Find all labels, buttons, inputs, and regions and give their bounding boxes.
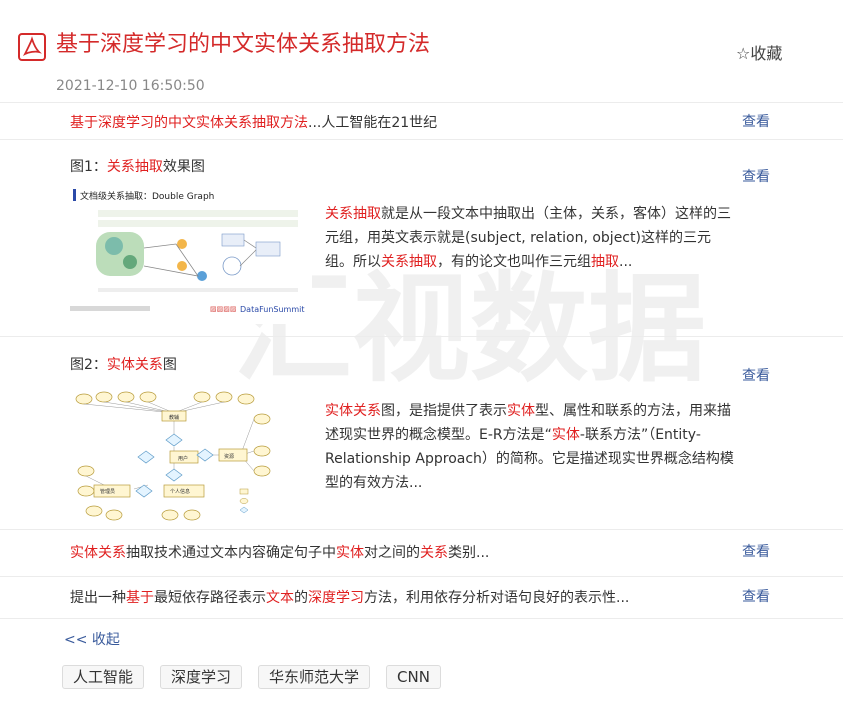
view-link[interactable]: 查看 bbox=[742, 166, 770, 186]
keyword-highlight: 关系抽取 bbox=[325, 206, 381, 222]
snippet-text: 的 bbox=[294, 590, 308, 606]
view-link[interactable]: 查看 bbox=[742, 365, 770, 385]
keyword-highlight: 关系 bbox=[420, 545, 448, 561]
keyword-highlight: 实体关系 bbox=[325, 403, 381, 419]
snippet-text: ... bbox=[619, 254, 633, 270]
svg-text:教辅: 教辅 bbox=[169, 414, 179, 421]
keyword-highlight: 实体关系 bbox=[70, 545, 126, 561]
keyword-highlight: 基于 bbox=[126, 590, 154, 606]
article-header: 基于深度学习的中文实体关系抽取方法 ☆收藏 2021-12-10 16:50:5… bbox=[0, 0, 843, 102]
divider bbox=[0, 618, 843, 619]
snippet-highlight: 基于深度学习的中文实体关系抽取方法 bbox=[70, 115, 308, 131]
svg-text:个人信息: 个人信息 bbox=[170, 488, 190, 495]
snippet-text: 方法，利用依存分析对语句良好的表示性... bbox=[364, 590, 630, 606]
figure-label: 图2：实体关系图 bbox=[70, 357, 177, 373]
svg-text:▨▨▨▨: ▨▨▨▨ bbox=[210, 305, 236, 313]
tag-chip[interactable]: CNN bbox=[386, 665, 441, 689]
pdf-icon bbox=[18, 33, 46, 61]
keyword-highlight: 实体 bbox=[551, 427, 580, 443]
snippet-text: 图，是指提供了表示 bbox=[381, 403, 507, 419]
list-item-figure-1: 图1：关系抽取效果图 查看 文档级关系抽取：Double Graph ▨▨▨▨ … bbox=[0, 139, 843, 336]
keyword-highlight: 实体 bbox=[507, 403, 535, 419]
tag-list: 人工智能 深度学习 华东师范大学 CNN bbox=[62, 665, 441, 689]
svg-text:资源: 资源 bbox=[224, 453, 234, 460]
result-snippet: 提出一种基于最短依存路径表示文本的深度学习方法，利用依存分析对语句良好的表示性.… bbox=[70, 587, 629, 607]
figure-image-er-diagram: 教辅 用户 资源 个人信息 管理员 bbox=[75, 391, 271, 521]
result-snippet: 实体关系抽取技术通过文本内容确定句子中实体对之间的关系类别... bbox=[70, 542, 489, 562]
view-link[interactable]: 查看 bbox=[742, 586, 770, 606]
result-snippet: 基于深度学习的中文实体关系抽取方法...人工智能在21世纪 bbox=[70, 112, 437, 132]
keyword-highlight: 深度学习 bbox=[308, 590, 364, 606]
page-title: 基于深度学习的中文实体关系抽取方法 bbox=[56, 32, 431, 57]
favorite-button[interactable]: ☆收藏 bbox=[736, 40, 782, 64]
list-item-figure-2: 图2：实体关系图 查看 教辅 用户 资源 个人信息 管理员 实体关系图，是指提供… bbox=[0, 336, 843, 529]
keyword-highlight: 实体 bbox=[336, 545, 364, 561]
figure-description: 实体关系图，是指提供了表示实体型、属性和联系的方法，用来描述现实世界的概念模型。… bbox=[325, 399, 735, 495]
figure-description: 关系抽取就是从一段文本中抽取出（主体，关系，客体）这样的三元组，用英文表示就是(… bbox=[325, 202, 735, 274]
svg-text:管理员: 管理员 bbox=[100, 488, 115, 495]
image-caption: 文档级关系抽取：Double Graph bbox=[80, 190, 214, 202]
image-footer: DataFunSummit bbox=[240, 305, 305, 314]
snippet-text: 提出一种 bbox=[70, 590, 126, 606]
tag-chip[interactable]: 华东师范大学 bbox=[258, 665, 371, 689]
svg-text:用户: 用户 bbox=[178, 455, 188, 462]
list-item: 基于深度学习的中文实体关系抽取方法...人工智能在21世纪 查看 bbox=[0, 102, 843, 139]
snippet-text: 对之间的 bbox=[364, 545, 420, 561]
view-link[interactable]: 查看 bbox=[742, 541, 770, 561]
figure-image-relation-extraction: 文档级关系抽取：Double Graph ▨▨▨▨ DataFunSummit bbox=[70, 184, 312, 324]
publish-date: 2021-12-10 16:50:50 bbox=[56, 78, 205, 94]
list-item: 提出一种基于最短依存路径表示文本的深度学习方法，利用依存分析对语句良好的表示性.… bbox=[0, 576, 843, 619]
tag-chip[interactable]: 人工智能 bbox=[62, 665, 145, 689]
view-link[interactable]: 查看 bbox=[742, 111, 770, 131]
list-item: 实体关系抽取技术通过文本内容确定句子中实体对之间的关系类别... 查看 bbox=[0, 529, 843, 576]
snippet-text: 类别... bbox=[448, 545, 490, 561]
keyword-highlight: 关系抽取 bbox=[381, 254, 437, 270]
snippet-text: ，有的论文也叫作三元组 bbox=[437, 254, 591, 270]
keyword-highlight: 文本 bbox=[266, 590, 294, 606]
snippet-text: 最短依存路径表示 bbox=[154, 590, 266, 606]
snippet-text: 抽取技术通过文本内容确定句子中 bbox=[126, 545, 336, 561]
figure-label: 图1：关系抽取效果图 bbox=[70, 159, 205, 175]
collapse-link[interactable]: << 收起 bbox=[64, 629, 120, 649]
tag-chip[interactable]: 深度学习 bbox=[160, 665, 243, 689]
snippet-text: ...人工智能在21世纪 bbox=[308, 115, 438, 131]
keyword-highlight: 抽取 bbox=[591, 254, 619, 270]
